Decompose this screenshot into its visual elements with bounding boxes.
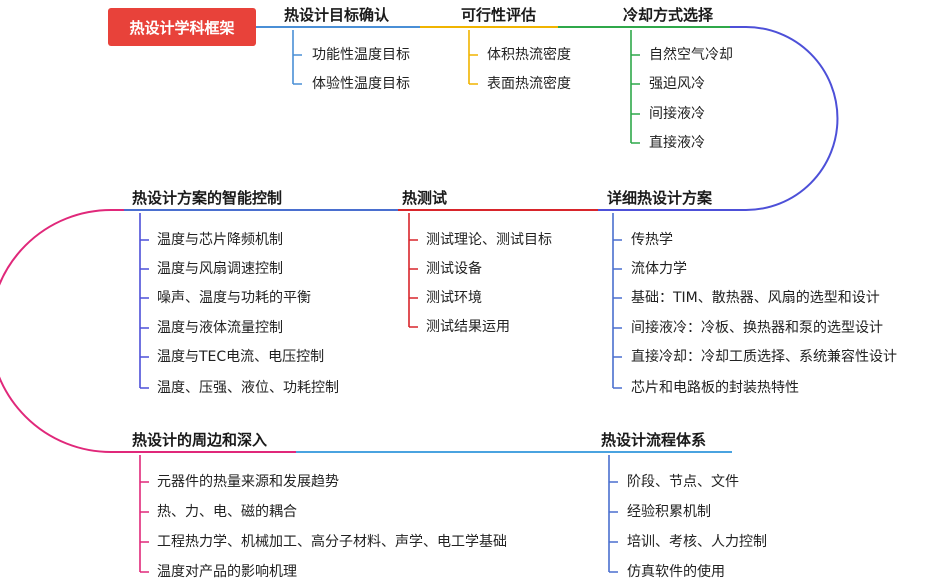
branch-6-title[interactable]: 热设计方案的智能控制 xyxy=(132,189,282,207)
root-topic[interactable]: 热设计学科框架 xyxy=(108,8,256,46)
branch-8-title[interactable]: 热设计流程体系 xyxy=(601,431,706,449)
branch-6-item-1[interactable]: 温度与芯片降频机制 xyxy=(157,231,283,249)
branch-3-item-2[interactable]: 强迫风冷 xyxy=(649,75,705,93)
branch-5-item-4[interactable]: 测试结果运用 xyxy=(426,318,510,336)
branch-3-item-1[interactable]: 自然空气冷却 xyxy=(649,46,733,64)
branch-trunk-8 xyxy=(608,455,618,573)
branch-3-title[interactable]: 冷却方式选择 xyxy=(623,6,713,24)
branch-5-title[interactable]: 热测试 xyxy=(402,189,447,207)
branch-6-item-5[interactable]: 温度与TEC电流、电压控制 xyxy=(157,348,324,366)
branch-7-item-3[interactable]: 工程热力学、机械加工、高分子材料、声学、电工学基础 xyxy=(157,533,507,551)
branch-1-title[interactable]: 热设计目标确认 xyxy=(284,6,389,24)
branch-5-item-2[interactable]: 测试设备 xyxy=(426,260,482,278)
branch-trunk-5 xyxy=(408,213,418,328)
branch-8-item-1[interactable]: 阶段、节点、文件 xyxy=(627,473,739,491)
branch-6-item-4[interactable]: 温度与液体流量控制 xyxy=(157,319,283,337)
branch-2-item-1[interactable]: 体积热流密度 xyxy=(487,46,571,64)
branch-4-item-5[interactable]: 直接冷却：冷却工质选择、系统兼容性设计 xyxy=(631,348,897,366)
branch-trunk-1 xyxy=(292,30,302,85)
branch-7-item-4[interactable]: 温度对产品的影响机理 xyxy=(157,563,297,581)
branch-trunk-3 xyxy=(630,30,640,144)
branch-8-item-2[interactable]: 经验积累机制 xyxy=(627,503,711,521)
branch-1-item-1[interactable]: 功能性温度目标 xyxy=(312,46,410,64)
branch-8-item-4[interactable]: 仿真软件的使用 xyxy=(627,563,725,581)
branch-trunk-7 xyxy=(139,455,149,573)
branch-7-item-1[interactable]: 元器件的热量来源和发展趋势 xyxy=(157,473,339,491)
branch-4-item-1[interactable]: 传热学 xyxy=(631,231,673,249)
branch-7-title[interactable]: 热设计的周边和深入 xyxy=(132,431,267,449)
branch-6-item-6[interactable]: 温度、压强、液位、功耗控制 xyxy=(157,379,339,397)
branch-4-item-4[interactable]: 间接液冷：冷板、换热器和泵的选型设计 xyxy=(631,319,883,337)
branch-4-item-6[interactable]: 芯片和电路板的封装热特性 xyxy=(631,379,799,397)
branch-6-item-2[interactable]: 温度与风扇调速控制 xyxy=(157,260,283,278)
branch-5-item-3[interactable]: 测试环境 xyxy=(426,289,482,307)
branch-3-item-3[interactable]: 间接液冷 xyxy=(649,105,705,123)
branch-4-item-2[interactable]: 流体力学 xyxy=(631,260,687,278)
connector-curve-left xyxy=(0,209,130,453)
branch-6-item-3[interactable]: 噪声、温度与功耗的平衡 xyxy=(157,289,311,307)
branch-8-item-3[interactable]: 培训、考核、人力控制 xyxy=(627,533,767,551)
branch-trunk-4 xyxy=(612,213,622,389)
branch-4-item-3[interactable]: 基础：TIM、散热器、风扇的选型和设计 xyxy=(631,289,880,307)
branch-3-item-4[interactable]: 直接液冷 xyxy=(649,134,705,152)
branch-2-item-2[interactable]: 表面热流密度 xyxy=(487,75,571,93)
branch-1-item-2[interactable]: 体验性温度目标 xyxy=(312,75,410,93)
branch-2-title[interactable]: 可行性评估 xyxy=(461,6,536,24)
branch-4-title[interactable]: 详细热设计方案 xyxy=(607,189,712,207)
branch-7-item-2[interactable]: 热、力、电、磁的耦合 xyxy=(157,503,297,521)
branch-trunk-6 xyxy=(139,213,149,389)
branch-5-item-1[interactable]: 测试理论、测试目标 xyxy=(426,231,552,249)
connector-curve-right xyxy=(728,26,839,211)
branch-trunk-2 xyxy=(468,30,478,85)
